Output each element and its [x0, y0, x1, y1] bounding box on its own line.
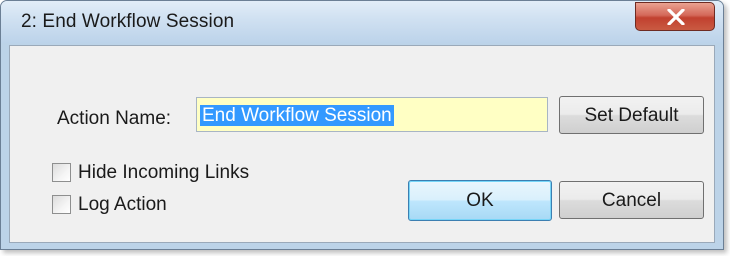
log-action-checkbox[interactable] — [52, 195, 71, 214]
action-name-value: End Workflow Session — [200, 105, 394, 126]
hide-incoming-links-label: Hide Incoming Links — [78, 162, 250, 183]
window-title: 2: End Workflow Session — [21, 11, 235, 32]
log-action-label: Log Action — [78, 194, 167, 215]
dialog-body: Action Name: End Workflow Session Set De… — [9, 45, 715, 243]
cancel-button[interactable]: Cancel — [559, 181, 704, 219]
action-name-input[interactable]: End Workflow Session — [196, 97, 548, 132]
ok-button[interactable]: OK — [408, 180, 552, 221]
action-name-label: Action Name: — [57, 108, 172, 129]
hide-incoming-links-checkbox[interactable] — [52, 163, 71, 182]
dialog-window: 2: End Workflow Session Action Name: End… — [0, 0, 724, 250]
close-button[interactable] — [635, 2, 715, 31]
set-default-button[interactable]: Set Default — [559, 96, 704, 134]
title-bar[interactable]: 2: End Workflow Session — [1, 1, 723, 43]
close-icon — [667, 9, 685, 25]
